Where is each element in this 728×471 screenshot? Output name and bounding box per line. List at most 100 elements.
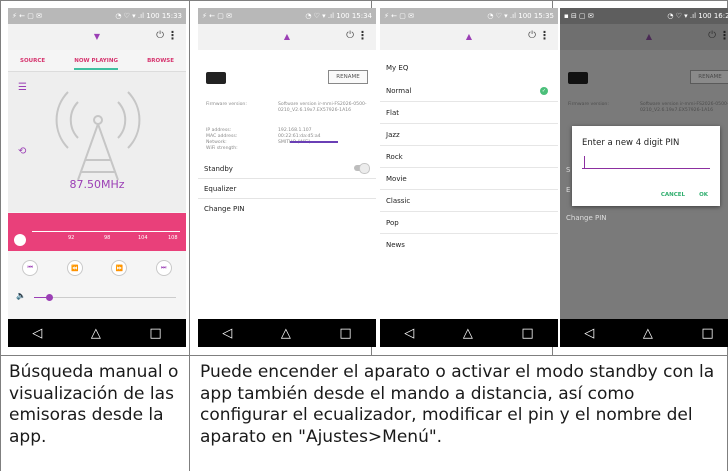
change-pin-row[interactable]: Change PIN bbox=[560, 208, 728, 228]
device-row: RENAME bbox=[198, 66, 376, 90]
home-icon[interactable]: △ bbox=[643, 326, 653, 341]
radio-artwork: ☰ ⟲ bbox=[8, 72, 186, 212]
table-border-middle bbox=[0, 355, 728, 356]
recent-apps-icon[interactable]: □ bbox=[701, 326, 713, 341]
home-icon[interactable]: △ bbox=[463, 326, 473, 341]
eq-item-rock[interactable]: Rock bbox=[380, 146, 558, 168]
eq-item-label: Rock bbox=[386, 152, 403, 161]
eq-item-classic[interactable]: Classic bbox=[380, 190, 558, 212]
wifi-strength-bar bbox=[290, 141, 338, 143]
volume-control: 🔈 bbox=[8, 288, 186, 306]
tuner-slider[interactable]: 92 98 104 108 bbox=[8, 213, 186, 251]
rename-button[interactable]: RENAME bbox=[690, 70, 728, 84]
equalizer-row[interactable]: Equalizer bbox=[198, 179, 376, 199]
tuner-label: 92 bbox=[68, 235, 75, 241]
rewind-icon[interactable]: ⏪ bbox=[66, 260, 83, 276]
change-pin-label: Change PIN bbox=[566, 214, 607, 222]
eq-item-jazz[interactable]: Jazz bbox=[380, 124, 558, 146]
status-icons-right: ◔ ♡ ▾ .ıl 100 15:34 bbox=[305, 12, 372, 20]
eq-item-label: News bbox=[386, 241, 405, 249]
recent-apps-icon[interactable]: □ bbox=[149, 326, 161, 341]
tab-browse[interactable]: BROWSE bbox=[147, 58, 174, 64]
eq-item-label: Jazz bbox=[386, 130, 400, 139]
pin-dialog: Enter a new 4 digit PIN CANCEL OK bbox=[572, 126, 720, 206]
info-value: Software version ir-mmi-FS2026-0500-0210… bbox=[278, 102, 367, 113]
volume-track[interactable] bbox=[34, 297, 176, 298]
back-icon[interactable]: ◁ bbox=[32, 326, 42, 341]
status-icons-left: ⚡ ← ▢ ✉ bbox=[384, 12, 414, 20]
chevron-up-icon[interactable]: ▲ bbox=[284, 32, 290, 41]
more-vert-icon[interactable]: ⋮ bbox=[357, 29, 368, 42]
more-vert-icon[interactable]: ⋮ bbox=[539, 29, 550, 42]
eq-item-pop[interactable]: Pop bbox=[380, 212, 558, 234]
back-icon[interactable]: ◁ bbox=[404, 326, 414, 341]
caption-left: Búsqueda manual o visualización de las e… bbox=[9, 362, 179, 447]
standby-label: Standby bbox=[204, 164, 233, 173]
skip-previous-icon[interactable]: ⏮ bbox=[22, 260, 39, 276]
eq-item-news[interactable]: News bbox=[380, 234, 558, 256]
partial-standby-label: S bbox=[566, 166, 571, 174]
list-icon[interactable]: ☰ bbox=[18, 82, 27, 93]
standby-row[interactable]: Standby bbox=[198, 159, 376, 179]
device-image bbox=[568, 72, 588, 84]
fast-forward-icon[interactable]: ⏩ bbox=[111, 260, 128, 276]
pin-input[interactable] bbox=[582, 168, 710, 169]
status-bar: ⚡ ← ▢ ✉ ◔ ♡ ▾ .ıl 100 15:34 bbox=[198, 8, 376, 24]
chevron-up-icon[interactable]: ▲ bbox=[646, 32, 652, 41]
recent-apps-icon[interactable]: □ bbox=[339, 326, 351, 341]
skip-next-icon[interactable]: ⏭ bbox=[155, 260, 172, 276]
more-vert-icon[interactable]: ⋮ bbox=[167, 29, 178, 42]
dialog-actions: CANCEL OK bbox=[661, 192, 708, 198]
rename-button[interactable]: RENAME bbox=[328, 70, 368, 84]
more-vert-icon[interactable]: ⋮ bbox=[719, 29, 728, 42]
info-key: Firmware version: bbox=[206, 102, 247, 107]
power-icon[interactable]: ⏻ bbox=[346, 30, 354, 41]
back-icon[interactable]: ◁ bbox=[222, 326, 232, 341]
volume-thumb[interactable] bbox=[46, 294, 53, 301]
eq-header: My EQ bbox=[386, 64, 409, 72]
status-icons-right: ◔ ♡ ▾ .ıl 100 15:35 bbox=[487, 12, 554, 20]
info-row: WiFi strength: bbox=[206, 146, 370, 152]
status-bar: ▪ ⊟ ▢ ✉ ◔ ♡ ▾ .ıl 100 16:20 bbox=[560, 8, 728, 24]
caption-right: Puede encender el aparato o activar el m… bbox=[200, 362, 715, 447]
power-icon[interactable]: ⏻ bbox=[708, 30, 716, 41]
eq-item-label: Pop bbox=[386, 218, 399, 227]
radio-tower-icon bbox=[55, 91, 141, 181]
repeat-icon[interactable]: ⟲ bbox=[18, 146, 26, 157]
info-value bbox=[278, 146, 370, 152]
info-value: Software version ir-mmi-FS2026-0500-0210… bbox=[640, 102, 728, 113]
power-icon[interactable]: ⏻ bbox=[528, 30, 536, 41]
cancel-button[interactable]: CANCEL bbox=[661, 192, 685, 198]
chevron-down-icon[interactable]: ▼ bbox=[94, 32, 100, 41]
tuner-knob[interactable] bbox=[14, 234, 26, 246]
eq-item-movie[interactable]: Movie bbox=[380, 168, 558, 190]
info-key: WiFi strength: bbox=[206, 146, 238, 151]
recent-apps-icon[interactable]: □ bbox=[521, 326, 533, 341]
status-icons-right: ◔ ♡ ▾ .ıl 100 15:33 bbox=[115, 12, 182, 20]
eq-item-label: Normal bbox=[386, 86, 412, 95]
phone-settings: ⚡ ← ▢ ✉ ◔ ♡ ▾ .ıl 100 15:34 ▲ ⏻ ⋮ RENAME… bbox=[198, 8, 376, 347]
chevron-up-icon[interactable]: ▲ bbox=[466, 32, 472, 41]
eq-item-normal[interactable]: Normal ✓ bbox=[380, 80, 558, 102]
device-info: Firmware version: Software version ir-mm… bbox=[206, 102, 370, 152]
android-navbar: ◁ △ □ bbox=[560, 319, 728, 347]
device-row: RENAME bbox=[560, 66, 728, 90]
tuner-label: 108 bbox=[168, 235, 178, 241]
power-icon[interactable]: ⏻ bbox=[156, 30, 164, 41]
eq-item-flat[interactable]: Flat bbox=[380, 102, 558, 124]
standby-toggle[interactable] bbox=[354, 163, 370, 174]
back-icon[interactable]: ◁ bbox=[584, 326, 594, 341]
text-cursor bbox=[584, 156, 585, 168]
home-icon[interactable]: △ bbox=[91, 326, 101, 341]
android-navbar: ◁ △ □ bbox=[380, 319, 558, 347]
tab-source[interactable]: SOURCE bbox=[20, 58, 45, 64]
android-navbar: ◁ △ □ bbox=[8, 319, 186, 347]
eq-item-label: Movie bbox=[386, 174, 407, 183]
dialog-title: Enter a new 4 digit PIN bbox=[582, 138, 680, 148]
tab-now-playing[interactable]: NOW PLAYING bbox=[74, 52, 118, 70]
ok-button[interactable]: OK bbox=[699, 192, 708, 198]
change-pin-row[interactable]: Change PIN bbox=[198, 199, 376, 219]
tuner-scale bbox=[32, 231, 180, 232]
info-key: Firmware version: bbox=[568, 102, 609, 107]
home-icon[interactable]: △ bbox=[281, 326, 291, 341]
